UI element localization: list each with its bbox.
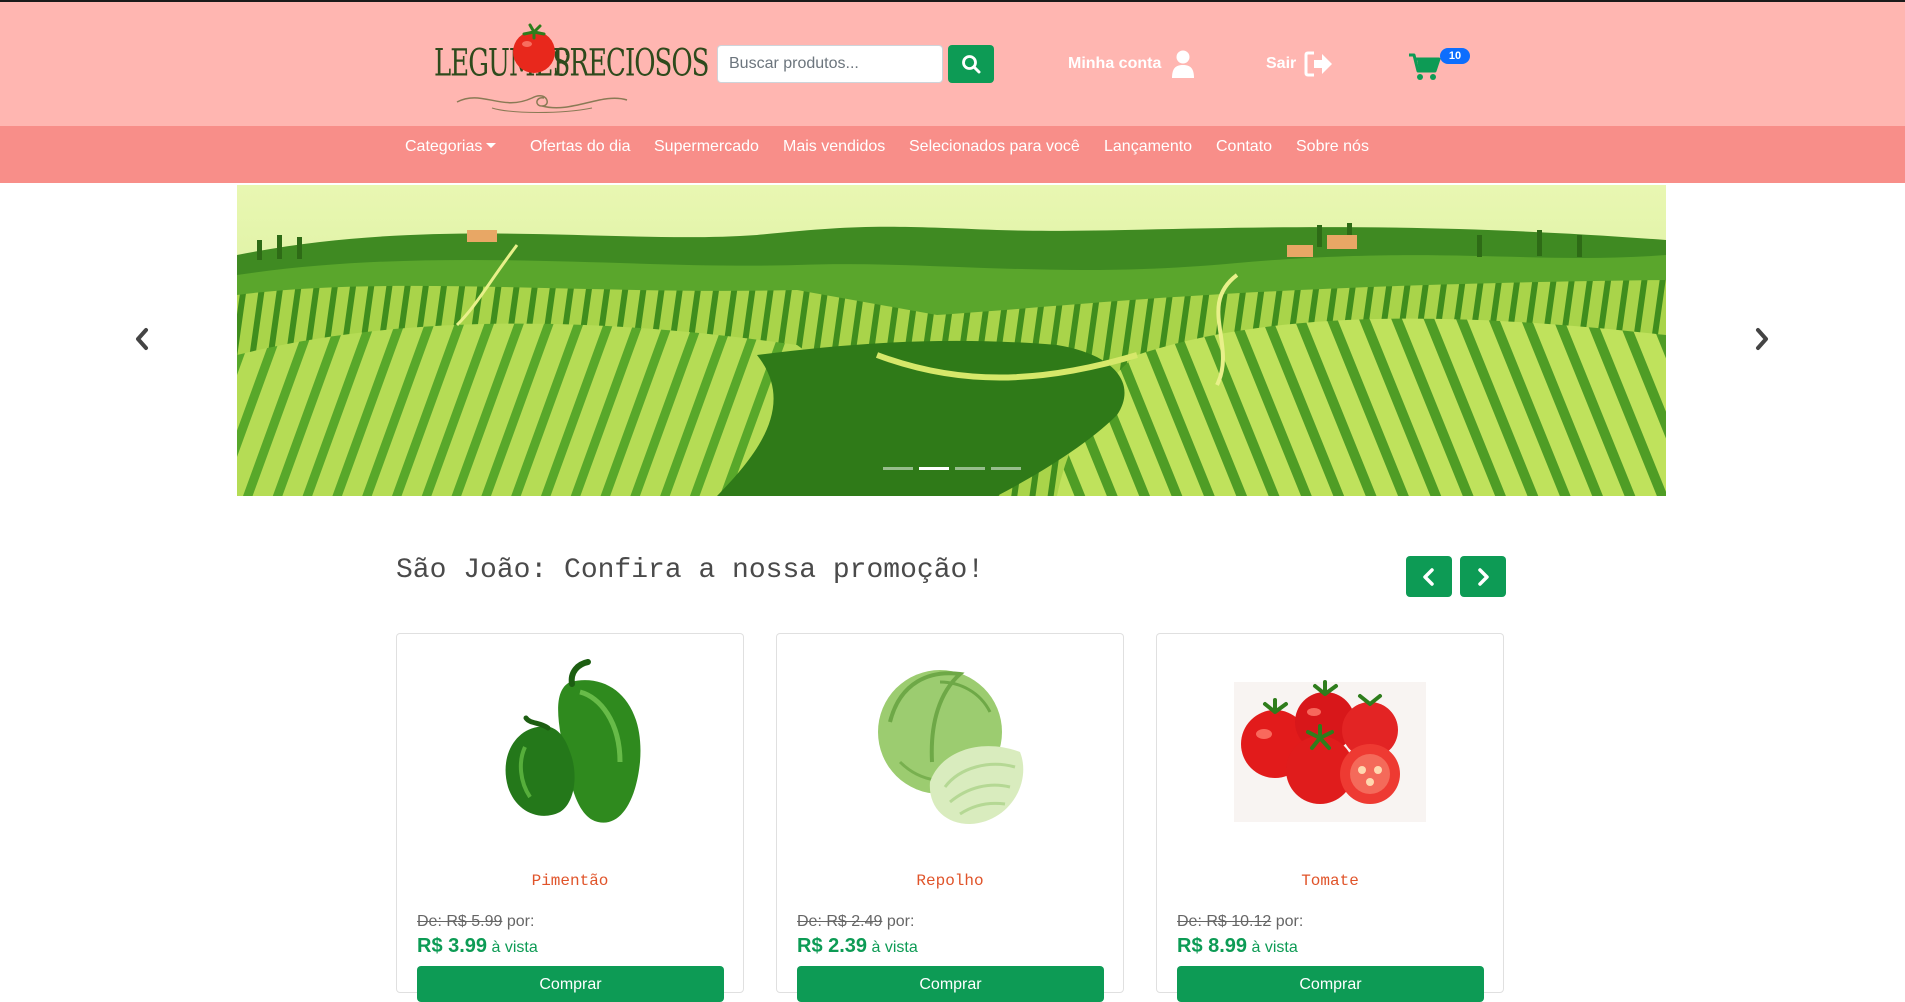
- por-label: por:: [1275, 913, 1304, 930]
- user-icon: [1172, 50, 1195, 78]
- cart-button[interactable]: 10: [1408, 48, 1470, 82]
- carousel-indicator[interactable]: [991, 467, 1021, 470]
- price-value: R$ 8.99: [1177, 935, 1248, 957]
- product-card: Pimentão De: R$ 5.99 por: R$ 3.99 à vist…: [396, 633, 744, 1002]
- my-account-label: Minha conta: [1068, 55, 1162, 72]
- shopping-cart-icon: [1409, 53, 1441, 80]
- carousel-indicators: [883, 467, 1021, 470]
- chevron-right-icon: [1756, 328, 1768, 350]
- search-button[interactable]: [948, 45, 994, 83]
- buy-button[interactable]: Comprar: [1177, 966, 1484, 1002]
- sign-out-icon: [1304, 51, 1333, 77]
- product-name[interactable]: Tomate: [1157, 872, 1503, 890]
- nav-categorias-label: Categorias: [405, 138, 483, 155]
- product-old-price: De: R$ 5.99 por:: [417, 913, 534, 931]
- carousel-indicator[interactable]: [955, 467, 985, 470]
- logo-word-preciosos: PRECIOSOS: [553, 42, 709, 86]
- caret-down-icon: [486, 143, 497, 148]
- product-price: R$ 8.99 à vista: [1177, 935, 1298, 958]
- product-price: R$ 2.39 à vista: [797, 935, 918, 958]
- product-card: Tomate De: R$ 10.12 por: R$ 8.99 à vista…: [1156, 633, 1504, 1002]
- nav-categorias-dropdown[interactable]: Categorias: [405, 138, 497, 158]
- logo-ornament: [456, 95, 628, 113]
- chevron-left-icon: [136, 328, 148, 350]
- nav-ofertas-do-dia[interactable]: Ofertas do dia: [530, 138, 631, 158]
- my-account-link[interactable]: Minha conta: [1068, 50, 1195, 78]
- tomato-logo-icon: [513, 23, 555, 73]
- nav-lancamento[interactable]: Lançamento: [1104, 138, 1192, 158]
- carousel-indicator[interactable]: [883, 467, 913, 470]
- logout-label: Sair: [1266, 55, 1297, 72]
- buy-button[interactable]: Comprar: [797, 966, 1104, 1002]
- logout-link[interactable]: Sair: [1266, 50, 1334, 78]
- price-value: R$ 3.99: [417, 935, 488, 957]
- nav-selecionados-para-voce[interactable]: Selecionados para você: [909, 138, 1080, 158]
- product-price: R$ 3.99 à vista: [417, 935, 538, 958]
- carousel-indicator-active[interactable]: [919, 467, 949, 470]
- price-value: R$ 2.39: [797, 935, 868, 957]
- nav-supermercado[interactable]: Supermercado: [654, 138, 759, 158]
- carousel-banner-image: [237, 185, 1666, 496]
- por-label: por:: [506, 913, 535, 930]
- carousel-next-button[interactable]: [1748, 324, 1776, 354]
- price-note: à vista: [1251, 939, 1298, 956]
- product-name[interactable]: Pimentão: [397, 872, 743, 890]
- product-image-tomate: [1234, 680, 1426, 822]
- product-image-pimentao: [505, 659, 641, 823]
- product-old-price: De: R$ 10.12 por:: [1177, 913, 1303, 931]
- product-card: Repolho De: R$ 2.49 por: R$ 2.39 à vista…: [776, 633, 1124, 1002]
- nav-mais-vendidos[interactable]: Mais vendidos: [783, 138, 885, 158]
- product-image-repolho: [878, 670, 1024, 824]
- old-price-value: De: R$ 2.49: [797, 913, 883, 930]
- nav-contato[interactable]: Contato: [1216, 138, 1272, 158]
- cart-count-badge: 10: [1440, 48, 1470, 64]
- old-price-value: De: R$ 5.99: [417, 913, 503, 930]
- promo-prev-button[interactable]: [1406, 556, 1452, 597]
- search-input[interactable]: [717, 45, 943, 83]
- carousel-prev-button[interactable]: [128, 324, 156, 354]
- search-icon: [962, 55, 981, 74]
- buy-button[interactable]: Comprar: [417, 966, 724, 1002]
- chevron-left-icon: [1423, 567, 1434, 586]
- old-price-value: De: R$ 10.12: [1177, 913, 1272, 930]
- promo-section-title: São João: Confira a nossa promoção!: [396, 555, 985, 586]
- site-logo[interactable]: LEGUMES PRECIOSOS: [434, 18, 709, 118]
- chevron-right-icon: [1478, 567, 1489, 586]
- product-name[interactable]: Repolho: [777, 872, 1123, 890]
- por-label: por:: [886, 913, 915, 930]
- promo-next-button[interactable]: [1460, 556, 1506, 597]
- product-old-price: De: R$ 2.49 por:: [797, 913, 914, 931]
- price-note: à vista: [491, 939, 538, 956]
- price-note: à vista: [871, 939, 918, 956]
- nav-sobre-nos[interactable]: Sobre nós: [1296, 138, 1369, 158]
